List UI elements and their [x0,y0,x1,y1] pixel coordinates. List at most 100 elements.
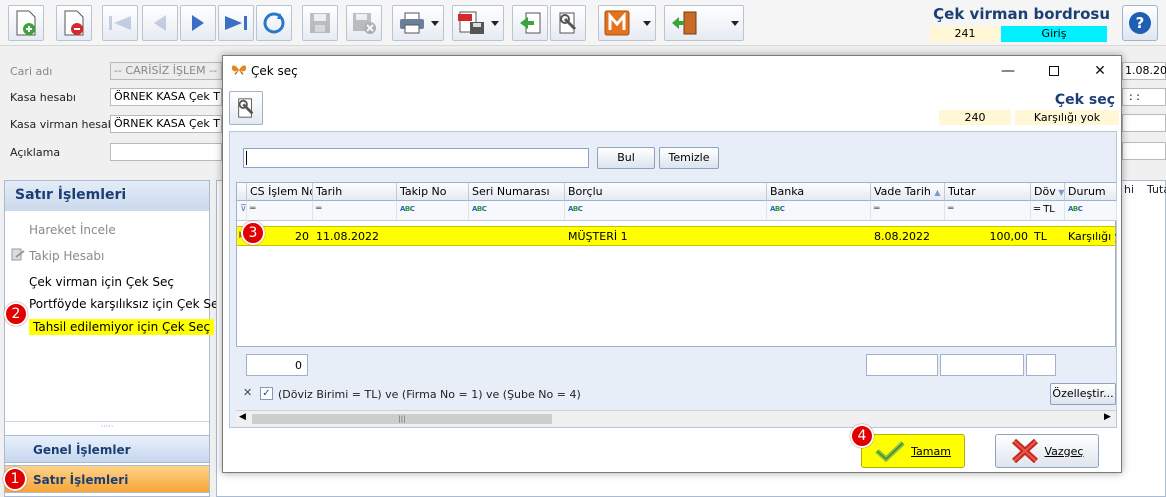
m-logo-icon [604,10,630,36]
bg-col-tutar: Tutar [1147,183,1166,196]
import-button[interactable] [512,5,548,41]
filter-icon: ▼ [1055,188,1065,197]
sidebar-item-portfoy-karsiliksiz[interactable]: Portföyde karşılıksız için Çek Seç [29,297,225,311]
filter-cell-doviz[interactable]: ═ TL [1031,201,1065,221]
extra-field[interactable] [1122,114,1166,132]
scroll-thumb[interactable]: ||| [252,414,552,424]
close-button[interactable]: ✕ [1089,60,1111,82]
footer-vade [866,354,938,376]
dialog-settings-button[interactable] [229,91,263,125]
cell-doviz: TL [1034,230,1047,243]
filter-enable-checkbox[interactable]: ✓ [260,387,273,400]
filter-cell-banka[interactable]: ABC [767,201,871,221]
last-record-button[interactable] [218,5,254,41]
aciklama-input[interactable] [110,143,222,161]
virman-input[interactable]: ÖRNEK KASA Çek TL [110,115,222,133]
cari-label: Cari adı [10,65,53,78]
filter-cell-takip-no[interactable]: ABC [397,201,469,221]
filter-cell-vade[interactable]: ═ [871,201,945,221]
document-settings-button[interactable] [550,5,586,41]
first-record-button[interactable] [102,5,138,41]
text-caret [246,151,247,165]
customize-button[interactable]: Özelleştir... [1050,383,1116,405]
col-header-banka[interactable]: Banka [767,183,871,201]
tamam-label: Tamam [911,444,951,458]
aciklama-label: Açıklama [10,146,61,159]
minimize-button[interactable]: — [997,60,1019,82]
col-header-seri[interactable]: Seri Numarası [469,183,565,201]
help-icon: ? [1129,12,1151,34]
previous-record-button[interactable] [142,5,178,41]
col-header-islem-no[interactable]: CS İşlem No [247,183,313,201]
filter-cell-islem-no[interactable]: ═ [247,201,313,221]
refresh-button[interactable] [256,5,292,41]
filter-cell-tarih[interactable]: ═ [313,201,397,221]
chevron-down-icon [431,21,439,26]
col-header-doviz[interactable]: Döv ▼ [1031,183,1065,201]
help-button[interactable]: ? [1122,5,1158,41]
chevron-down-icon [643,21,651,26]
col-header-durum[interactable]: Durum [1065,183,1117,201]
save-close-button[interactable] [346,5,382,41]
temizle-button[interactable]: Temizle [659,147,719,169]
scroll-left-icon[interactable]: ◀ [239,412,246,422]
col-header-vade[interactable]: Vade Tarih ▲ [871,183,945,201]
nav-tab-genel-islemler[interactable]: Genel İşlemler [4,435,210,463]
clear-filter-icon[interactable]: ✕ [243,386,252,399]
col-header-borclu[interactable]: Borçlu [565,183,767,201]
sidebar-item-cek-virman[interactable]: Çek virman için Çek Seç [29,275,174,289]
filter-cell-durum[interactable]: ABC [1065,201,1117,221]
sidebar-item-takip-hesabi[interactable]: Takip Hesabı [29,249,104,263]
filter-cell-seri[interactable]: ABC [469,201,565,221]
step-badge-1: 1 [3,467,27,491]
date-field[interactable]: 1.08.2022 [1122,62,1166,80]
time-field[interactable]: : : [1122,88,1166,106]
text-filter-icon: ABC [400,205,415,213]
sidebar-item-tahsil-edilemiyor[interactable]: Tahsil edilemiyor için Çek Seç [29,319,215,335]
filter-cell-tutar[interactable]: ═ [945,201,1031,221]
cari-input[interactable]: -- CARİSİZ İŞLEM -- [110,62,222,80]
table-row[interactable]: ▶ 20 11.08.2022 MÜŞTERİ 1 8.08.2022 100,… [237,226,1116,246]
horizontal-scrollbar[interactable]: ◀ ||| ▶ [236,410,1116,426]
cell-durum: Karşılığı yok [1068,230,1116,243]
search-input[interactable] [243,148,589,168]
exit-button[interactable] [664,5,744,41]
document-number: 241 [930,26,1000,42]
bul-button[interactable]: Bul [597,147,655,169]
takip-icon [11,248,25,261]
delete-document-button[interactable] [56,5,92,41]
export-pdf-button[interactable] [452,5,504,41]
print-button[interactable] [392,5,444,41]
extra-field-2[interactable] [1122,142,1166,160]
vazgec-button[interactable]: Vazgeç [995,434,1099,468]
next-record-button[interactable] [180,5,216,41]
svg-text:?: ? [1136,14,1145,32]
filter-bar: ✕ ✓ (Döviz Birimi = TL) ve (Firma No = 1… [236,382,1116,406]
maximize-button[interactable] [1043,60,1065,82]
m-module-button[interactable] [598,5,656,41]
nav-tab-satir-islemleri[interactable]: Satır İşlemleri [4,465,210,493]
new-document-icon [16,10,36,36]
doviz-header-label: Döv [1034,185,1056,198]
scroll-right-icon[interactable]: ▶ [1104,412,1111,422]
dialog-heading: Çek seç [1054,92,1115,108]
sidebar-item-hareket-incele[interactable]: Hareket İncele [29,223,116,237]
save-button[interactable] [302,5,338,41]
col-header-tutar[interactable]: Tutar [945,183,1031,201]
printer-icon [400,12,424,34]
close-icon: ✕ [1094,63,1106,79]
new-document-button[interactable] [8,5,44,41]
text-filter-icon: ABC [568,205,583,213]
grid-corner [237,183,247,201]
filter-cell-borclu[interactable]: ABC [565,201,767,221]
save-close-icon [353,13,376,34]
col-header-takip-no[interactable]: Takip No [397,183,469,201]
col-header-tarih[interactable]: Tarih [313,183,397,201]
delete-document-icon [64,10,84,36]
chevron-down-icon [491,21,499,26]
cell-tutar: 100,00 [989,230,1029,243]
tamam-button[interactable]: Tamam [861,434,965,468]
dialog-body: Bul Temizle CS İşlem No Tarih Takip No S… [229,131,1117,428]
panel-splitter[interactable]: ····· [5,421,209,431]
kasa-input[interactable]: ÖRNEK KASA Çek TL [110,88,222,106]
